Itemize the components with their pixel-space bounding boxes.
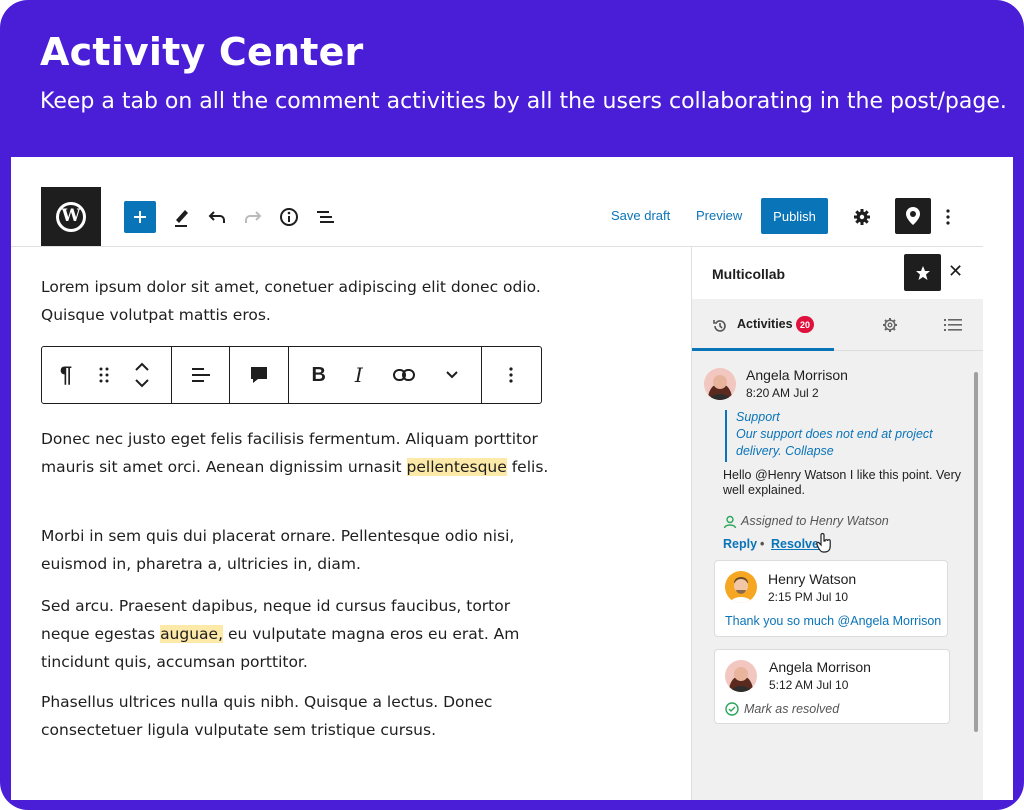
editor-screenshot: W Save draft Preview Publish Lorem ipsum… <box>11 157 1013 800</box>
italic-icon[interactable]: I <box>355 363 363 387</box>
highlighted-text[interactable]: pellentesque <box>406 458 507 476</box>
paragraph-3[interactable]: Morbi in sem quis dui placerat ornare. P… <box>41 522 561 578</box>
pen-icon <box>175 210 188 227</box>
comment-icon[interactable] <box>249 365 269 385</box>
bold-icon[interactable]: B <box>311 364 325 387</box>
add-block-button[interactable] <box>124 201 156 233</box>
list-view-icon <box>317 211 334 223</box>
redo-icon <box>245 211 262 223</box>
move-up-down-icon[interactable] <box>118 360 166 390</box>
action-separator: • <box>760 537 765 551</box>
block-toolbar-group-4: B I <box>289 347 482 403</box>
multicollab-icon <box>906 207 920 225</box>
paragraph-2[interactable]: Donec nec justo eget felis facilisis fer… <box>41 425 561 481</box>
quote-text: Our support does not end at project <box>736 427 933 441</box>
undo-icon <box>208 211 225 223</box>
reply-time: 2:15 PM Jul 10 <box>768 590 849 604</box>
publish-button[interactable]: Publish <box>761 198 828 234</box>
paragraph-2-end: felis. <box>506 458 549 476</box>
info-icon <box>280 208 298 226</box>
hand-cursor-icon <box>816 533 831 553</box>
resolved-card: Angela Morrison 5:12 AM Jul 10 Mark as r… <box>714 649 950 724</box>
paragraph-1[interactable]: Lorem ipsum dolor sit amet, conetuer adi… <box>41 273 561 329</box>
history-icon <box>713 320 726 332</box>
resolve-link[interactable]: Resolve <box>771 537 819 551</box>
more-vertical-icon <box>946 209 950 225</box>
block-toolbar-group-5 <box>482 347 540 403</box>
comment-author: Angela Morrison <box>746 367 848 383</box>
highlighted-text[interactable]: auguae, <box>160 625 224 643</box>
promo-frame: Activity Center Keep a tab on all the co… <box>0 0 1024 810</box>
avatar <box>725 571 757 603</box>
multicollab-button[interactable] <box>895 198 931 234</box>
chevron-down-icon[interactable] <box>445 370 459 380</box>
hero-subtitle: Keep a tab on all the comment activities… <box>40 89 1007 114</box>
options-button[interactable] <box>939 205 957 229</box>
paragraph-5[interactable]: Phasellus ultrices nulla quis nibh. Quis… <box>41 688 561 744</box>
paragraph-icon[interactable]: ¶ <box>42 362 90 388</box>
comment-message: Hello @Henry Watson I like this point. V… <box>723 468 962 497</box>
drag-handle-icon[interactable] <box>90 366 118 384</box>
comment-time: 8:20 AM Jul 2 <box>746 386 819 400</box>
link-icon[interactable] <box>392 368 416 382</box>
multicollab-sidebar: Multicollab ✕ Activities 20 Angela Morri… <box>692 247 983 800</box>
star-icon <box>915 265 930 280</box>
settings-button[interactable] <box>851 206 873 228</box>
save-draft-link[interactable]: Save draft <box>611 208 670 223</box>
align-icon[interactable] <box>190 366 212 384</box>
sidebar-header: Multicollab ✕ <box>692 247 983 299</box>
user-icon <box>723 515 737 529</box>
active-tab-indicator <box>692 348 834 351</box>
sidebar-tabs: Activities 20 <box>692 299 983 351</box>
collapse-link[interactable]: delivery. Collapse <box>736 444 834 458</box>
check-circle-icon <box>725 702 739 716</box>
tools-button[interactable] <box>171 204 193 230</box>
wordpress-logo[interactable]: W <box>41 187 101 246</box>
tab-list-icon[interactable] <box>944 318 962 332</box>
hero-title: Activity Center <box>40 30 364 74</box>
reply-author: Henry Watson <box>768 571 857 587</box>
block-toolbar-group-2 <box>172 347 230 403</box>
quote-bar <box>725 410 727 462</box>
close-icon[interactable]: ✕ <box>948 261 963 282</box>
tab-settings-gear-icon[interactable] <box>882 317 898 333</box>
sidebar-scrollbar[interactable] <box>974 372 978 732</box>
reply-message: Thank you so much @Angela Morrison <box>725 614 942 628</box>
plus-icon <box>134 211 146 223</box>
undo-button[interactable] <box>206 205 228 229</box>
assigned-to: Assigned to Henry Watson <box>741 514 889 528</box>
quote-title: Support <box>736 410 780 424</box>
gear-icon <box>854 209 870 225</box>
avatar <box>704 368 736 400</box>
block-toolbar: ¶ B I <box>41 346 542 404</box>
wordpress-w-icon: W <box>56 201 86 232</box>
tab-activities[interactable]: Activities <box>737 317 793 331</box>
list-view-button[interactable] <box>313 205 337 229</box>
sidebar-title: Multicollab <box>712 266 786 282</box>
resolved-author: Angela Morrison <box>769 659 871 675</box>
avatar <box>725 660 757 692</box>
block-toolbar-group-1: ¶ <box>42 347 172 403</box>
block-toolbar-group-3 <box>230 347 289 403</box>
preview-link[interactable]: Preview <box>696 208 742 223</box>
redo-button[interactable] <box>242 205 264 229</box>
details-button[interactable] <box>277 205 301 229</box>
activities-count-badge: 20 <box>796 316 814 333</box>
star-button[interactable] <box>904 254 941 291</box>
block-options-icon[interactable] <box>508 366 514 384</box>
resolved-status: Mark as resolved <box>744 702 840 716</box>
reply-card: Henry Watson 2:15 PM Jul 10 Thank you so… <box>714 560 948 637</box>
paragraph-4[interactable]: Sed arcu. Praesent dapibus, neque id cur… <box>41 592 561 676</box>
resolved-time: 5:12 AM Jul 10 <box>769 678 849 692</box>
reply-link[interactable]: Reply <box>723 537 757 551</box>
